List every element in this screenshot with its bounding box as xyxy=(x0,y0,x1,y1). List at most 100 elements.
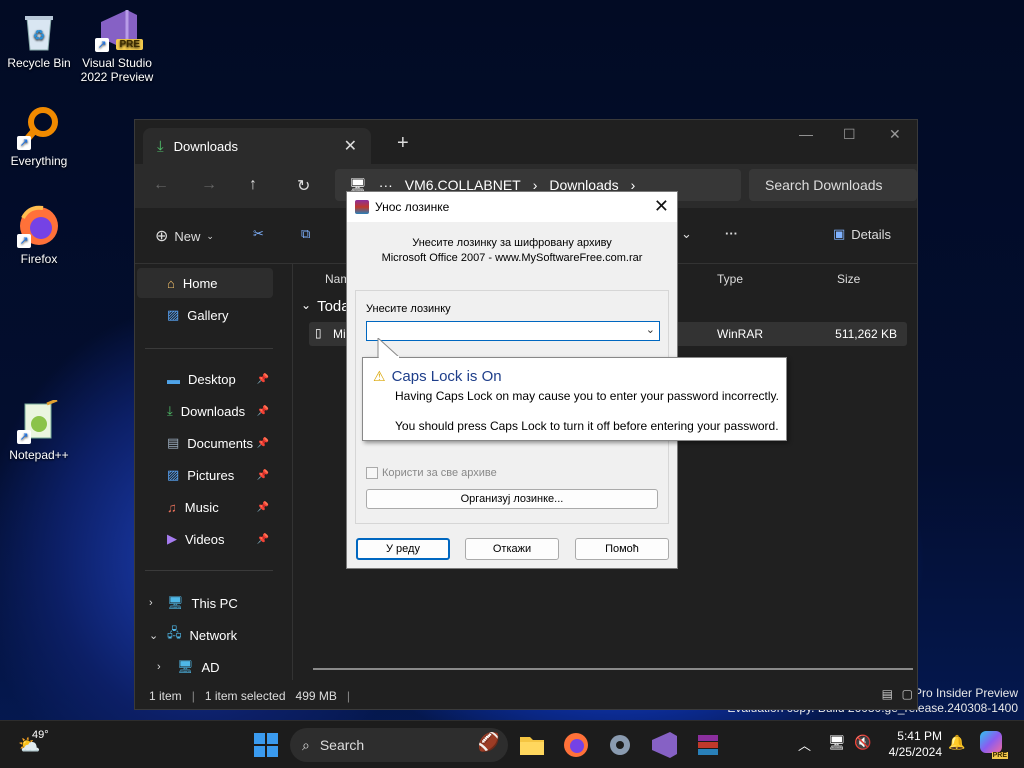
pin-icon: 📌 xyxy=(256,373,269,385)
nav-item-documents[interactable]: ▤ Documents 📌 xyxy=(137,428,273,458)
shortcut-arrow-icon: ↗ xyxy=(17,136,31,150)
organize-passwords-button[interactable]: Организуј лозинке... xyxy=(366,489,658,509)
clock-date: 4/25/2024 xyxy=(888,745,942,759)
svg-text:♻: ♻ xyxy=(33,27,46,43)
weather-widget[interactable]: ⛅ 49° xyxy=(18,729,52,761)
taskbar-search[interactable]: ⌕ Search 🏈 xyxy=(290,728,508,762)
everything-icon: ↗ xyxy=(17,106,61,150)
taskbar-firefox[interactable] xyxy=(560,729,592,761)
pictures-icon: ▨ xyxy=(167,467,180,482)
home-icon: ⌂ xyxy=(167,275,175,291)
details-button[interactable]: ▣ Details xyxy=(833,226,891,242)
desktop-icon-label: Firefox xyxy=(20,252,58,266)
new-button[interactable]: ⊕ New ⌄ xyxy=(155,226,214,246)
divider xyxy=(145,570,273,571)
nav-item-music[interactable]: ♫ Music 📌 xyxy=(137,492,273,522)
nav-item-videos[interactable]: ▶ Videos 📌 xyxy=(137,524,273,554)
group-header[interactable]: ⌄ Toda xyxy=(301,298,350,315)
nav-item-this-pc[interactable]: › 🖥 This PC xyxy=(137,588,273,618)
horizontal-scrollbar[interactable] xyxy=(313,668,913,670)
desktop-icon-everything[interactable]: ↗ Everything xyxy=(0,106,78,168)
nav-label: Gallery xyxy=(187,307,229,323)
download-icon: ⤓ xyxy=(167,403,173,418)
desktop-icon-label: Notepad++ xyxy=(9,448,69,462)
desktop-icon-label: Visual Studio 2022 Preview xyxy=(80,56,154,84)
caps-lock-tooltip: ⚠ Caps Lock is On Having Caps Lock on ma… xyxy=(362,338,787,441)
cancel-button[interactable]: Откажи xyxy=(465,538,559,560)
nav-item-home[interactable]: ⌂ Home xyxy=(137,268,273,298)
chevron-down-icon[interactable]: ⌄ xyxy=(646,323,655,336)
nav-label: Documents xyxy=(187,435,254,451)
folder-icon xyxy=(520,737,544,755)
divider xyxy=(145,348,273,349)
back-button[interactable]: ← xyxy=(153,176,169,194)
taskbar-file-explorer[interactable] xyxy=(516,729,548,761)
more-options-icon[interactable]: ··· xyxy=(725,226,738,241)
help-button[interactable]: Помоћ xyxy=(575,538,669,560)
chevron-down-icon[interactable]: ⌄ xyxy=(149,629,158,642)
password-label: Унесите лозинку xyxy=(366,303,451,315)
pre-badge: PRE xyxy=(991,752,1008,759)
minimize-button[interactable]: — xyxy=(799,126,813,142)
desktop-folder-icon: ▬ xyxy=(167,371,180,387)
tiles-view-icon[interactable]: ▢ xyxy=(902,687,913,701)
nav-item-gallery[interactable]: ▨ Gallery xyxy=(137,300,273,330)
chevron-right-icon[interactable]: › xyxy=(157,661,161,673)
pin-icon: 📌 xyxy=(256,469,269,481)
copilot-button[interactable]: PRE xyxy=(980,731,1008,759)
new-tab-button[interactable]: + xyxy=(397,132,409,155)
clock[interactable]: 5:41 PM 4/25/2024 xyxy=(884,728,942,760)
maximize-button[interactable]: ☐ xyxy=(843,126,856,143)
search-input[interactable]: Search Downloads xyxy=(749,169,917,201)
nav-label: Pictures xyxy=(187,467,235,483)
nav-item-downloads[interactable]: ⤓ Downloads 📌 xyxy=(137,396,273,426)
cut-icon[interactable]: ✂ xyxy=(253,226,264,242)
forward-button[interactable]: → xyxy=(201,176,217,194)
taskbar-winrar[interactable] xyxy=(692,729,724,761)
selected-size: 499 MB xyxy=(295,688,337,703)
password-input[interactable]: ⌄ xyxy=(366,321,660,341)
nav-item-pictures[interactable]: ▨ Pictures 📌 xyxy=(137,460,273,490)
search-label: Search xyxy=(319,737,365,753)
tooltip-pointer xyxy=(377,338,401,358)
nav-label: Music xyxy=(184,499,219,515)
chevron-right-icon[interactable]: › xyxy=(149,597,153,609)
desktop-icon-visual-studio[interactable]: PRE ↗ Visual Studio 2022 Preview xyxy=(78,8,156,84)
close-tab-icon[interactable]: ✕ xyxy=(344,136,357,156)
desktop-icon-recycle-bin[interactable]: ♻ Recycle Bin xyxy=(0,8,78,70)
up-button[interactable]: ↑ xyxy=(249,176,257,194)
chevron-down-icon[interactable]: ⌄ xyxy=(681,226,692,242)
nav-item-ad[interactable]: › 🖥 AD xyxy=(137,652,273,682)
ok-button[interactable]: У реду xyxy=(356,538,450,560)
nav-item-network[interactable]: ⌄ 🖧 Network xyxy=(137,620,273,650)
column-header-size[interactable]: Size xyxy=(837,272,860,286)
nav-item-desktop[interactable]: ▬ Desktop 📌 xyxy=(137,364,273,394)
music-icon: ♫ xyxy=(167,499,177,515)
taskbar-settings[interactable] xyxy=(604,729,636,761)
close-window-button[interactable]: ✕ xyxy=(889,126,901,143)
desktop-icon-notepadpp[interactable]: ↗ Notepad++ xyxy=(0,398,78,462)
tab-downloads[interactable]: ⤓ Downloads ✕ xyxy=(143,128,371,164)
refresh-button[interactable]: ↻ xyxy=(297,176,310,196)
search-icon: ⌕ xyxy=(302,736,310,753)
show-hidden-icons[interactable]: ︿ xyxy=(798,735,811,754)
start-button[interactable] xyxy=(250,729,282,761)
close-dialog-button[interactable]: ✕ xyxy=(654,196,669,217)
pin-icon: 📌 xyxy=(256,405,269,417)
nav-label: Downloads xyxy=(180,403,246,419)
volume-muted-icon[interactable]: 🔇 xyxy=(854,734,871,751)
navigation-pane: ⌂ Home ▨ Gallery ▬ Desktop 📌 ⤓ Downloads… xyxy=(135,264,293,680)
copy-icon[interactable]: ⧉ xyxy=(301,226,310,242)
network-status-icon[interactable]: 🖥 xyxy=(828,734,846,751)
desktop-icon-firefox[interactable]: ↗ Firefox xyxy=(0,204,78,266)
use-for-all-checkbox[interactable]: Користи за све архиве xyxy=(366,467,497,479)
tooltip-line: You should press Caps Lock to turn it of… xyxy=(395,419,779,433)
dialog-title: Унос лозинке xyxy=(375,200,450,214)
taskbar-visual-studio[interactable] xyxy=(648,729,680,761)
status-divider: | xyxy=(346,688,351,703)
notification-bell-icon[interactable]: 🔔 xyxy=(948,734,965,751)
column-header-type[interactable]: Type xyxy=(717,272,743,286)
winrar-icon xyxy=(698,735,718,755)
details-view-icon[interactable]: ▤ xyxy=(882,687,893,701)
pin-icon: 📌 xyxy=(256,501,269,513)
